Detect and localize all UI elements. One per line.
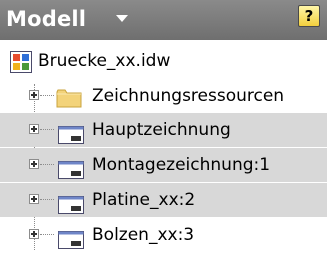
- help-icon[interactable]: ?: [298, 5, 320, 27]
- expand-icon[interactable]: [29, 229, 39, 239]
- tree-item-platine[interactable]: Platine_xx:2: [0, 183, 327, 217]
- tree-dash: [40, 95, 54, 96]
- tree-item-label: Platine_xx:2: [92, 190, 196, 210]
- expand-icon[interactable]: [29, 124, 39, 134]
- tree-item-label: Montagezeichnung:1: [92, 155, 271, 175]
- expand-icon[interactable]: [29, 159, 39, 169]
- tree-dash: [40, 234, 54, 235]
- browser-title[interactable]: Modell: [6, 6, 86, 32]
- tree-item-montagezeichnung[interactable]: Montagezeichnung:1: [0, 148, 327, 182]
- tree-item-label: Zeichnungsressourcen: [92, 86, 285, 106]
- sheet-icon: [58, 192, 84, 214]
- tree-dash: [40, 129, 54, 130]
- tree-item-zeichnungsressourcen[interactable]: Zeichnungsressourcen: [0, 79, 327, 113]
- tree-dash: [40, 199, 54, 200]
- folder-icon: [56, 86, 82, 108]
- sheet-icon: [58, 157, 84, 179]
- tree-root-label: Bruecke_xx.idw: [38, 51, 171, 71]
- idw-file-icon: [10, 51, 32, 73]
- sheet-icon: [58, 122, 84, 144]
- tree-item-hauptzeichnung[interactable]: Hauptzeichnung: [0, 113, 327, 147]
- tree-item-bolzen[interactable]: Bolzen_xx:3: [0, 218, 327, 252]
- sheet-icon: [58, 227, 84, 249]
- model-browser-panel: Modell ? Bruecke_xx.idw Zeichnungsressou…: [0, 0, 327, 264]
- browser-header[interactable]: Modell ?: [0, 0, 327, 40]
- expand-icon[interactable]: [29, 194, 39, 204]
- tree-item-label: Bolzen_xx:3: [92, 225, 195, 245]
- expand-icon[interactable]: [29, 90, 39, 100]
- chevron-down-icon[interactable]: [116, 15, 128, 22]
- tree-root[interactable]: Bruecke_xx.idw: [0, 44, 327, 78]
- tree-dash: [40, 164, 54, 165]
- tree-item-label: Hauptzeichnung: [92, 120, 231, 140]
